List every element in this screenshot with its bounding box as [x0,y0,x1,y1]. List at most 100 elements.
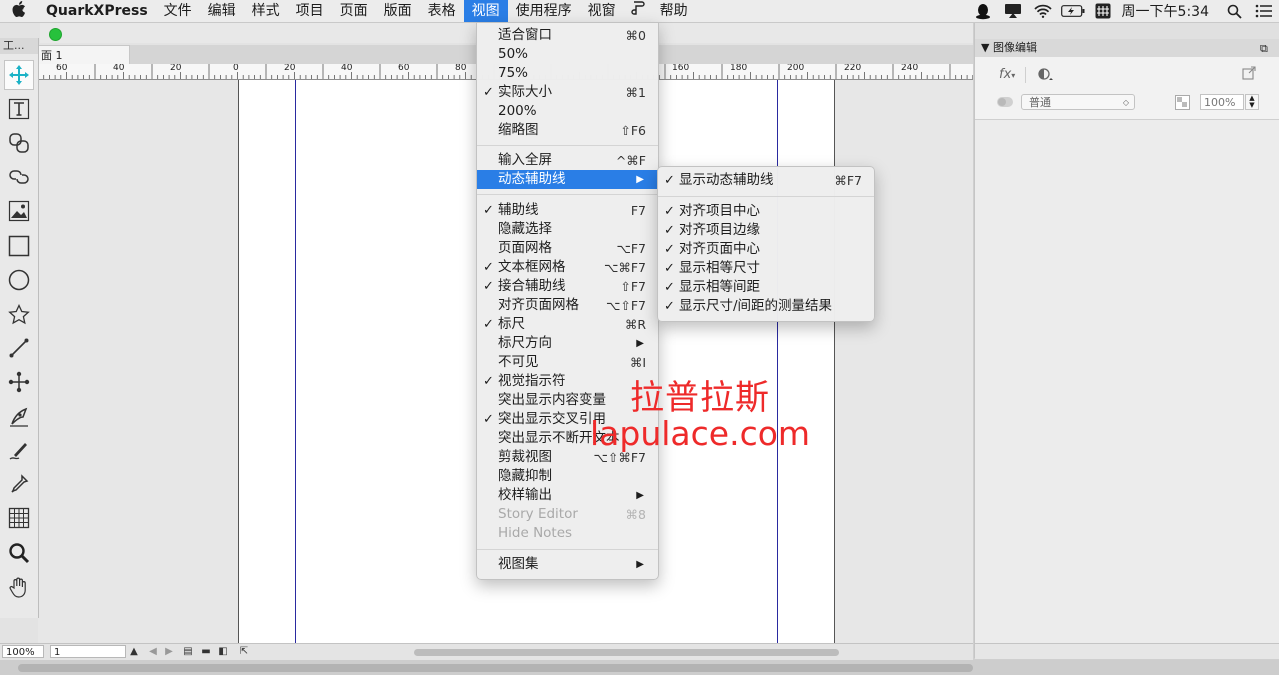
view-menu-item[interactable]: ✓ 接合辅助线 ⇧F7 [477,277,658,296]
hand-tool-icon[interactable] [4,572,34,602]
view-mode-icon[interactable]: ▤ [181,645,195,658]
adjustments-icon[interactable] [1037,66,1055,86]
guides-menu-item[interactable]: ✓ 显示动态辅助线 ⌘F7 [658,171,874,190]
palette-header[interactable]: ▼ 图像编辑 [975,39,1279,57]
menu-style[interactable]: 样式 [244,0,288,22]
select-chevron-icon: ◇ [1122,98,1129,107]
menu-layout[interactable]: 版面 [376,0,420,22]
view-menu-item[interactable]: 适合窗口 ⌘0 [477,26,658,45]
blend-mode-select[interactable]: 普通 ◇ [1021,94,1135,110]
rectangle-box-tool-icon[interactable] [4,231,34,261]
view-menu-item[interactable]: 隐藏选择 [477,220,658,239]
menu-table[interactable]: 表格 [420,0,464,22]
view-menu-item[interactable]: ✓ 标尺 ⌘R [477,315,658,334]
menu-bar: QuarkXPress 文件 编辑 样式 项目 页面 版面 表格 视图 使用程序… [0,0,1279,23]
menu-window[interactable]: 视窗 [580,0,624,22]
eyedropper-tool-icon[interactable] [4,469,34,499]
view-menu-item[interactable]: 输入全屏 ^⌘F [477,151,658,170]
menu-help[interactable]: 帮助 [652,0,696,22]
guides-menu-item-label: 显示相等间距 [679,279,760,295]
guides-menu-item[interactable]: ✓ 对齐项目边缘 [658,221,874,240]
status-area: 周一下午5:34 [968,0,1279,22]
zoom-tool-icon[interactable] [4,538,34,568]
blend-mode-value: 普通 [1029,96,1051,109]
checkmark-icon: ✓ [664,204,675,219]
zoom-field[interactable]: 100% [2,645,44,658]
text-unlinking-tool-icon[interactable] [4,162,34,192]
battery-icon[interactable] [1058,0,1088,22]
opacity-field[interactable]: 100% [1200,94,1244,110]
wifi-icon[interactable] [1028,0,1058,22]
export-icon[interactable]: ⇱ [237,645,251,658]
menu-view[interactable]: 视图 [463,0,508,22]
view-menu-item[interactable]: 缩略图 ⇧F6 [477,121,658,140]
previous-page-icon[interactable]: ◀ [146,645,160,658]
view-menu-item[interactable]: 动态辅助线 ▶ [477,170,658,189]
picture-content-tool-icon[interactable] [4,196,34,226]
view-menu-item[interactable]: 50% [477,45,658,64]
notification-center-icon[interactable] [1249,0,1279,22]
view-menu-item[interactable]: 75% [477,64,658,83]
tools-palette: 工... [0,38,39,618]
split-view-vertical-icon[interactable]: ◧ [216,645,230,658]
menu-utilities[interactable]: 使用程序 [508,0,580,22]
view-menu-item[interactable]: ✓ 实际大小 ⌘1 [477,83,658,102]
next-page-icon[interactable]: ▶ [162,645,176,658]
menu-edit[interactable]: 编辑 [200,0,244,22]
guides-menu-item[interactable]: ✓ 显示尺寸/间距的测量结果 [658,297,874,316]
view-menu-item[interactable]: ✓ 文本框网格 ⌥⌘F7 [477,258,658,277]
apple-icon[interactable] [0,1,38,21]
guides-menu-item[interactable]: ✓ 显示相等尺寸 [658,259,874,278]
menu-item[interactable]: 项目 [288,0,332,22]
menu-file[interactable]: 文件 [156,0,200,22]
guides-menu-item[interactable]: ✓ 对齐项目中心 [658,202,874,221]
freehand-tool-icon[interactable] [4,435,34,465]
menu-page[interactable]: 页面 [332,0,376,22]
view-menu-item[interactable]: ✓ 辅助线 F7 [477,201,658,220]
bottom-scroll-track[interactable] [18,664,973,672]
window-zoom-button[interactable] [49,28,62,41]
view-menu-item-shortcut: ⌥⇧F7 [605,298,646,313]
view-menu-item[interactable]: 200% [477,102,658,121]
input-method-icon[interactable] [1088,0,1118,22]
menu-app-name[interactable]: QuarkXPress [38,0,156,22]
oval-box-tool-icon[interactable] [4,265,34,295]
guides-menu-item-label: 显示尺寸/间距的测量结果 [679,298,833,314]
disclosure-triangle-icon[interactable]: ▼ [981,41,993,54]
spotlight-search-icon[interactable] [1219,0,1249,22]
script-icon[interactable] [624,0,652,22]
text-linking-tool-icon[interactable] [4,128,34,158]
page-menu-icon[interactable]: ▲ [127,645,141,658]
effects-fx-icon[interactable]: fx▾ [999,67,1015,82]
table-tool-icon[interactable] [4,503,34,533]
visibility-toggle-icon[interactable] [996,96,1014,112]
tools-palette-title[interactable]: 工... [0,38,38,54]
point-tool-icon[interactable] [4,367,34,397]
page-number-field[interactable]: 1 [50,645,126,658]
view-menu-item-shortcut: ⌘R [624,317,646,332]
guides-menu-item[interactable]: ✓ 显示相等间距 [658,278,874,297]
airplay-icon[interactable] [998,0,1028,22]
star-box-tool-icon[interactable] [4,300,34,330]
palette-menu-icon[interactable]: ⧉ [1260,42,1268,56]
view-menu-item[interactable]: 对齐页面网格 ⌥⇧F7 [477,296,658,315]
opacity-stepper[interactable]: ▲ ▼ [1245,94,1259,110]
line-tool-icon[interactable] [4,333,34,363]
layout-tab[interactable]: 面 1 [38,45,130,64]
view-menu-item[interactable]: 标尺方向 ▶ [477,334,658,353]
view-menu-item[interactable]: 校样输出 ▶ [477,486,658,505]
guides-menu-item[interactable]: ✓ 对齐页面中心 [658,240,874,259]
view-menu-item-shortcut: ⌘8 [625,507,646,522]
item-tool-move-icon[interactable] [4,60,34,90]
menubar-clock[interactable]: 周一下午5:34 [1118,1,1219,21]
split-view-horizontal-icon[interactable]: ▬ [199,645,213,658]
view-menu-item[interactable]: 隐藏抑制 [477,467,658,486]
bezier-pen-tool-icon[interactable] [4,401,34,431]
open-external-icon[interactable] [1242,66,1256,84]
view-menu-item[interactable]: 页面网格 ⌥F7 [477,239,658,258]
text-content-tool-icon[interactable] [4,94,34,124]
ruler-label: 180 [730,64,748,73]
qq-icon[interactable] [968,0,998,22]
horizontal-scrollbar-thumb[interactable] [414,649,839,656]
view-menu-item[interactable]: 视图集 ▶ [477,555,658,574]
